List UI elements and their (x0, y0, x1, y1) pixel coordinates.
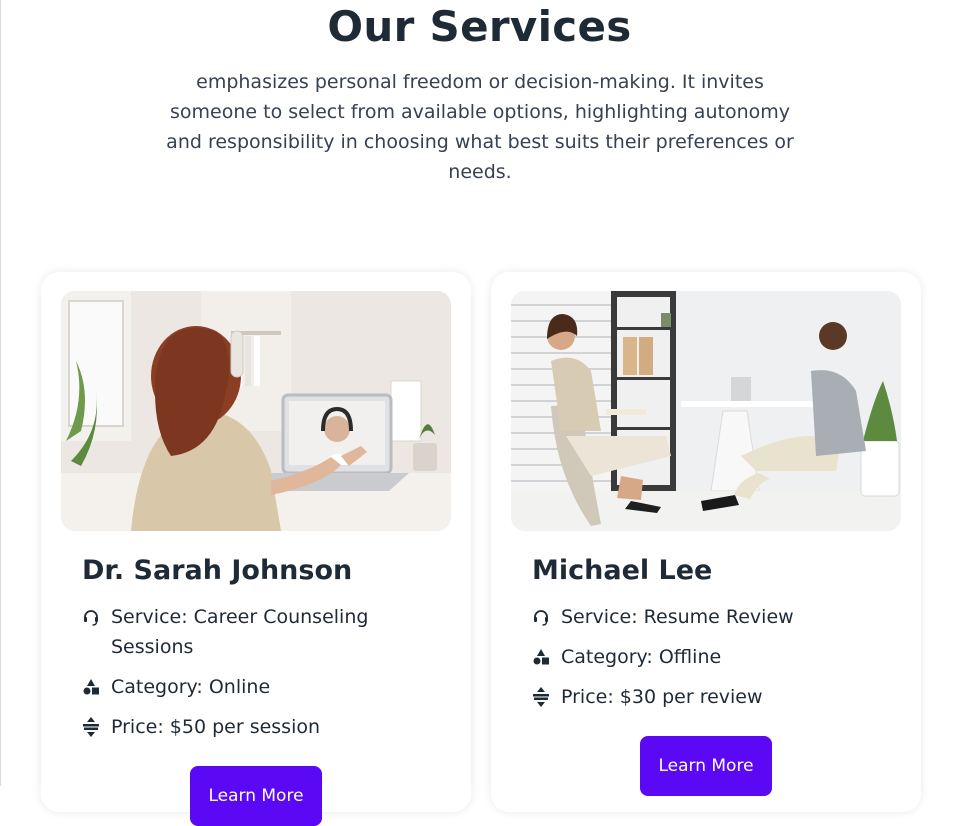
category-text: Category: Offline (561, 646, 722, 668)
service-text: Service: Resume Review (561, 606, 794, 628)
provider-name: Dr. Sarah Johnson (82, 555, 353, 586)
category-row: Category: Online (82, 672, 422, 702)
service-row: Service: Resume Review (532, 602, 872, 632)
category-text: Category: Online (111, 676, 271, 698)
service-text: Service: Career Counseling Sessions (111, 606, 369, 658)
leader-price-icon (82, 712, 100, 742)
learn-more-button[interactable]: Learn More (190, 766, 322, 826)
shapes-icon (532, 642, 550, 672)
shapes-icon (82, 672, 100, 702)
headset-icon (532, 602, 550, 632)
price-row: Price: $30 per review (532, 682, 872, 712)
service-card: Michael Lee Service: Resume Review Categ… (491, 272, 921, 812)
price-text: Price: $30 per review (561, 686, 763, 708)
section-description: emphasizes personal freedom or decision-… (166, 71, 794, 183)
price-text: Price: $50 per session (111, 716, 321, 738)
headset-icon (82, 602, 100, 632)
provider-name: Michael Lee (532, 555, 713, 586)
learn-more-button[interactable]: Learn More (640, 736, 772, 796)
leader-price-icon (532, 682, 550, 712)
service-row: Service: Career Counseling Sessions (82, 602, 422, 662)
page-left-border (0, 0, 1, 786)
service-card: Dr. Sarah Johnson Service: Career Counse… (41, 272, 471, 826)
price-row: Price: $50 per session (82, 712, 422, 742)
category-row: Category: Offline (532, 642, 872, 672)
video-call-photo (61, 291, 451, 531)
office-meeting-photo (511, 291, 901, 531)
section-title: Our Services (327, 2, 632, 51)
